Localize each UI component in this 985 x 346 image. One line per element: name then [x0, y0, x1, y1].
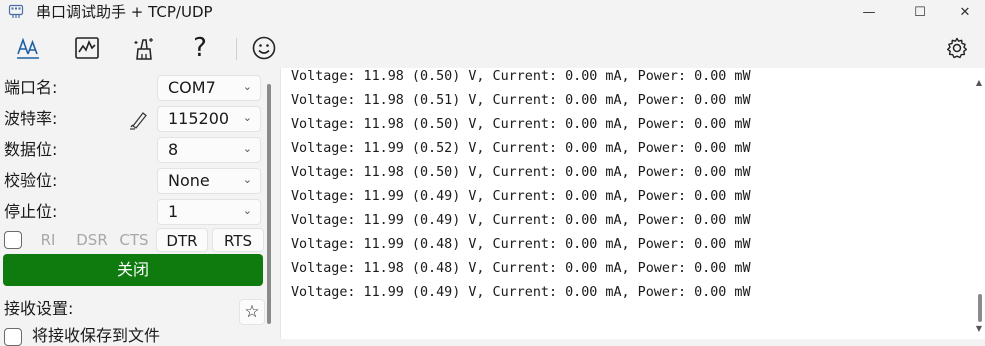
chevron-down-icon: ⌄	[242, 204, 252, 217]
chevron-down-icon: ⌄	[242, 111, 252, 124]
receive-output[interactable]: Voltage: 11.98 (0.50) V, Current: 0.00 m…	[280, 68, 985, 339]
receive-settings-label: 接收设置:	[4, 299, 74, 318]
font-button[interactable]	[12, 32, 44, 64]
minimize-button[interactable]: —	[846, 0, 892, 24]
save-to-file-checkbox[interactable]	[4, 328, 22, 346]
output-line: Voltage: 11.98 (0.50) V, Current: 0.00 m…	[291, 117, 751, 132]
close-icon: ✕	[959, 4, 971, 20]
font-icon	[17, 37, 39, 59]
output-line: Voltage: 11.99 (0.48) V, Current: 0.00 m…	[291, 237, 751, 252]
parity-select[interactable]: None ⌄	[157, 168, 261, 194]
port-select[interactable]: COM7 ⌄	[157, 75, 261, 101]
save-to-file-label: 将接收保存到文件	[32, 326, 161, 345]
emoji-button[interactable]	[248, 32, 280, 64]
app-icon	[8, 4, 24, 18]
baud-value: 115200	[168, 109, 230, 128]
output-scrollbar-thumb[interactable]	[978, 294, 982, 322]
databits-select[interactable]: 8 ⌄	[157, 137, 261, 163]
output-line: Voltage: 11.98 (0.50) V, Current: 0.00 m…	[291, 69, 751, 84]
toolbar-separator	[236, 38, 237, 60]
databits-value: 8	[168, 140, 179, 159]
output-line: Voltage: 11.99 (0.52) V, Current: 0.00 m…	[291, 141, 751, 156]
cts-indicator: CTS	[119, 231, 149, 249]
window-title: 串口调试助手 + TCP/UDP	[36, 3, 213, 21]
pen-icon[interactable]	[128, 108, 150, 130]
stopbits-label: 停止位:	[4, 202, 58, 221]
minimize-icon: —	[862, 4, 876, 20]
signal-row: RI DSR CTS DTR RTS	[2, 228, 264, 252]
toolbar: ?	[0, 30, 985, 66]
parity-value: None	[168, 171, 210, 190]
stopbits-value: 1	[168, 202, 179, 221]
port-label: 端口名:	[4, 78, 58, 97]
title-bar: 串口调试助手 + TCP/UDP — ☐ ✕	[0, 0, 985, 24]
chevron-down-icon: ⌄	[242, 142, 252, 155]
maximize-button[interactable]: ☐	[897, 0, 943, 24]
clean-icon	[134, 38, 153, 60]
chevron-down-icon: ⌄	[242, 80, 252, 93]
signal-checkbox[interactable]	[4, 231, 22, 249]
databits-label: 数据位:	[4, 140, 58, 159]
clear-button[interactable]	[128, 32, 160, 64]
output-line: Voltage: 11.98 (0.50) V, Current: 0.00 m…	[291, 165, 751, 180]
output-line: Voltage: 11.99 (0.49) V, Current: 0.00 m…	[291, 189, 751, 204]
help-icon: ?	[193, 33, 207, 63]
stopbits-select[interactable]: 1 ⌄	[157, 199, 261, 225]
dtr-button[interactable]: DTR	[156, 228, 208, 252]
output-line: Voltage: 11.98 (0.51) V, Current: 0.00 m…	[291, 93, 751, 108]
star-icon: ☆	[244, 302, 260, 322]
parity-label: 校验位:	[4, 171, 58, 190]
output-line: Voltage: 11.98 (0.48) V, Current: 0.00 m…	[291, 261, 751, 276]
close-port-button[interactable]: 关闭	[3, 254, 263, 286]
help-button[interactable]: ?	[184, 32, 216, 64]
scroll-down-icon[interactable]: ▼	[976, 324, 982, 333]
chevron-down-icon: ⌄	[242, 173, 252, 186]
left-scrollbar[interactable]	[267, 84, 271, 324]
rts-button[interactable]: RTS	[212, 228, 264, 252]
close-window-button[interactable]: ✕	[942, 0, 985, 24]
dsr-indicator: DSR	[76, 231, 108, 249]
output-line: Voltage: 11.99 (0.49) V, Current: 0.00 m…	[291, 285, 751, 300]
settings-icon	[947, 37, 967, 59]
waveform-button[interactable]	[71, 32, 103, 64]
baud-select[interactable]: 115200 ⌄	[157, 106, 261, 132]
ri-indicator: RI	[40, 231, 56, 249]
favorite-button[interactable]: ☆	[239, 299, 265, 325]
port-value: COM7	[168, 78, 216, 97]
scroll-up-icon[interactable]: ▲	[976, 78, 982, 87]
maximize-icon: ☐	[914, 4, 926, 20]
baud-label: 波特率:	[4, 109, 58, 128]
output-line: Voltage: 11.99 (0.49) V, Current: 0.00 m…	[291, 213, 751, 228]
settings-button[interactable]	[941, 32, 973, 64]
chart-icon	[75, 37, 99, 59]
smiley-icon	[252, 36, 276, 60]
